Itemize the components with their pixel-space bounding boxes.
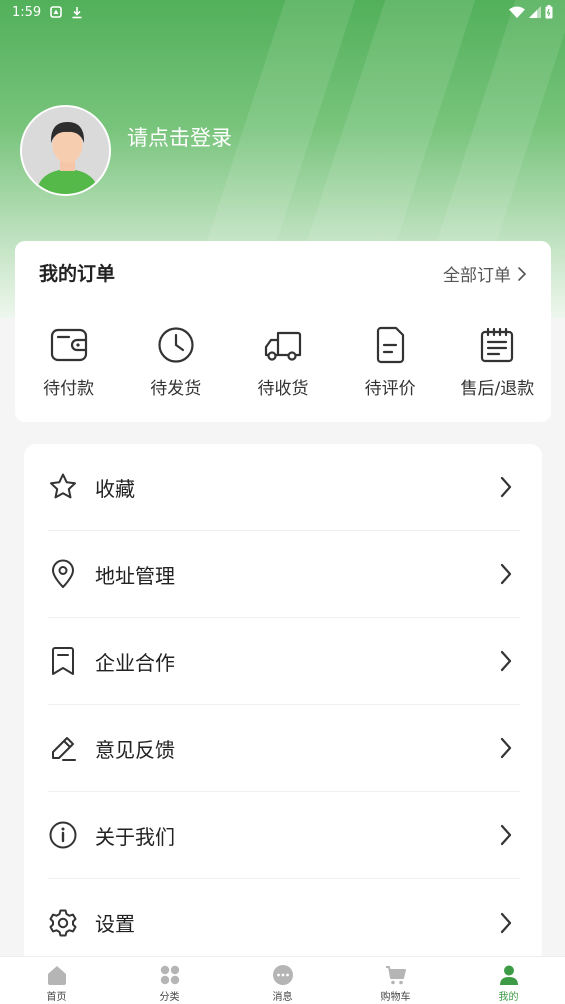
message-icon	[272, 965, 293, 985]
menu-label: 地址管理	[95, 563, 175, 588]
order-pending-payment[interactable]: 待付款	[15, 325, 122, 399]
signal-icon	[529, 6, 541, 18]
avatar[interactable]	[20, 105, 111, 196]
all-orders-label: 全部订单	[443, 266, 511, 286]
tab-label: 首页	[46, 992, 67, 1003]
chevron-right-icon	[500, 912, 512, 933]
menu-label: 关于我们	[95, 824, 175, 849]
chevron-right-icon	[500, 737, 512, 759]
chevron-right-icon	[518, 266, 527, 281]
chevron-right-icon	[500, 824, 512, 846]
notification-icon	[50, 6, 63, 18]
notepad-icon	[481, 327, 514, 363]
tab-label: 我的	[498, 992, 519, 1003]
download-icon	[72, 6, 82, 18]
tab-label: 消息	[272, 992, 293, 1003]
order-label: 售后/退款	[460, 379, 535, 399]
orders-title: 我的订单	[39, 263, 116, 285]
chevron-right-icon	[500, 563, 512, 585]
menu-item-settings[interactable]: 设置	[48, 879, 520, 964]
truck-icon	[264, 331, 302, 361]
star-icon	[50, 473, 76, 499]
wallet-icon	[50, 328, 87, 362]
tab-messages[interactable]: 消息	[226, 957, 339, 1004]
user-avatar	[22, 107, 109, 194]
order-label: 待发货	[150, 379, 202, 399]
tab-cart[interactable]: 购物车	[339, 957, 452, 1004]
gear-icon	[49, 909, 77, 936]
pencil-icon	[52, 737, 76, 761]
tab-label: 购物车	[380, 992, 411, 1003]
tab-category[interactable]: 分类	[113, 957, 226, 1004]
tab-label: 分类	[159, 992, 180, 1003]
menu-item-favorites[interactable]: 收藏	[48, 444, 520, 531]
chevron-right-icon	[500, 650, 512, 672]
menu-item-about[interactable]: 关于我们	[48, 792, 520, 879]
location-pin-icon	[52, 559, 74, 588]
order-after-sales[interactable]: 售后/退款	[444, 325, 551, 399]
cart-icon	[385, 966, 406, 985]
order-pending-review[interactable]: 待评价	[337, 325, 444, 399]
order-status-row: 待付款 待发货 待收货 待评价 售后/退款	[15, 325, 551, 399]
status-time: 1:59	[12, 4, 42, 20]
grid-icon	[160, 965, 179, 985]
menu-label: 收藏	[95, 476, 135, 501]
profile-section[interactable]: 请点击登录	[20, 105, 232, 196]
document-icon	[377, 326, 405, 364]
clock-icon	[158, 327, 194, 363]
order-label: 待付款	[43, 379, 95, 399]
tab-home[interactable]: 首页	[0, 957, 113, 1004]
menu-item-feedback[interactable]: 意见反馈	[48, 705, 520, 792]
menu-label: 企业合作	[95, 650, 175, 675]
login-prompt[interactable]: 请点击登录	[127, 122, 232, 152]
order-label: 待评价	[364, 379, 416, 399]
bottom-tab-bar: 首页 分类 消息 购物车 我的	[0, 956, 565, 1004]
order-pending-shipment[interactable]: 待发货	[122, 325, 229, 399]
menu-item-address[interactable]: 地址管理	[48, 531, 520, 618]
home-icon	[47, 966, 66, 985]
bookmark-icon	[52, 647, 74, 675]
status-bar: 1:59	[0, 0, 565, 24]
all-orders-link[interactable]: 全部订单	[443, 261, 527, 286]
menu-label: 意见反馈	[95, 737, 175, 762]
tab-profile[interactable]: 我的	[452, 957, 565, 1004]
wifi-icon	[509, 6, 525, 18]
orders-card: 我的订单 全部订单 待付款 待发货 待收货 待评价 售后/退款	[15, 241, 551, 422]
menu-item-business[interactable]: 企业合作	[48, 618, 520, 705]
menu-label: 设置	[95, 912, 135, 936]
person-icon	[499, 965, 518, 985]
order-pending-receipt[interactable]: 待收货	[229, 325, 336, 399]
order-label: 待收货	[257, 379, 309, 399]
battery-icon	[545, 5, 553, 19]
chevron-right-icon	[500, 476, 512, 498]
menu-card: 收藏 地址管理 企业合作 意见反馈 关于我们 设置	[24, 444, 542, 964]
info-icon	[49, 821, 77, 849]
